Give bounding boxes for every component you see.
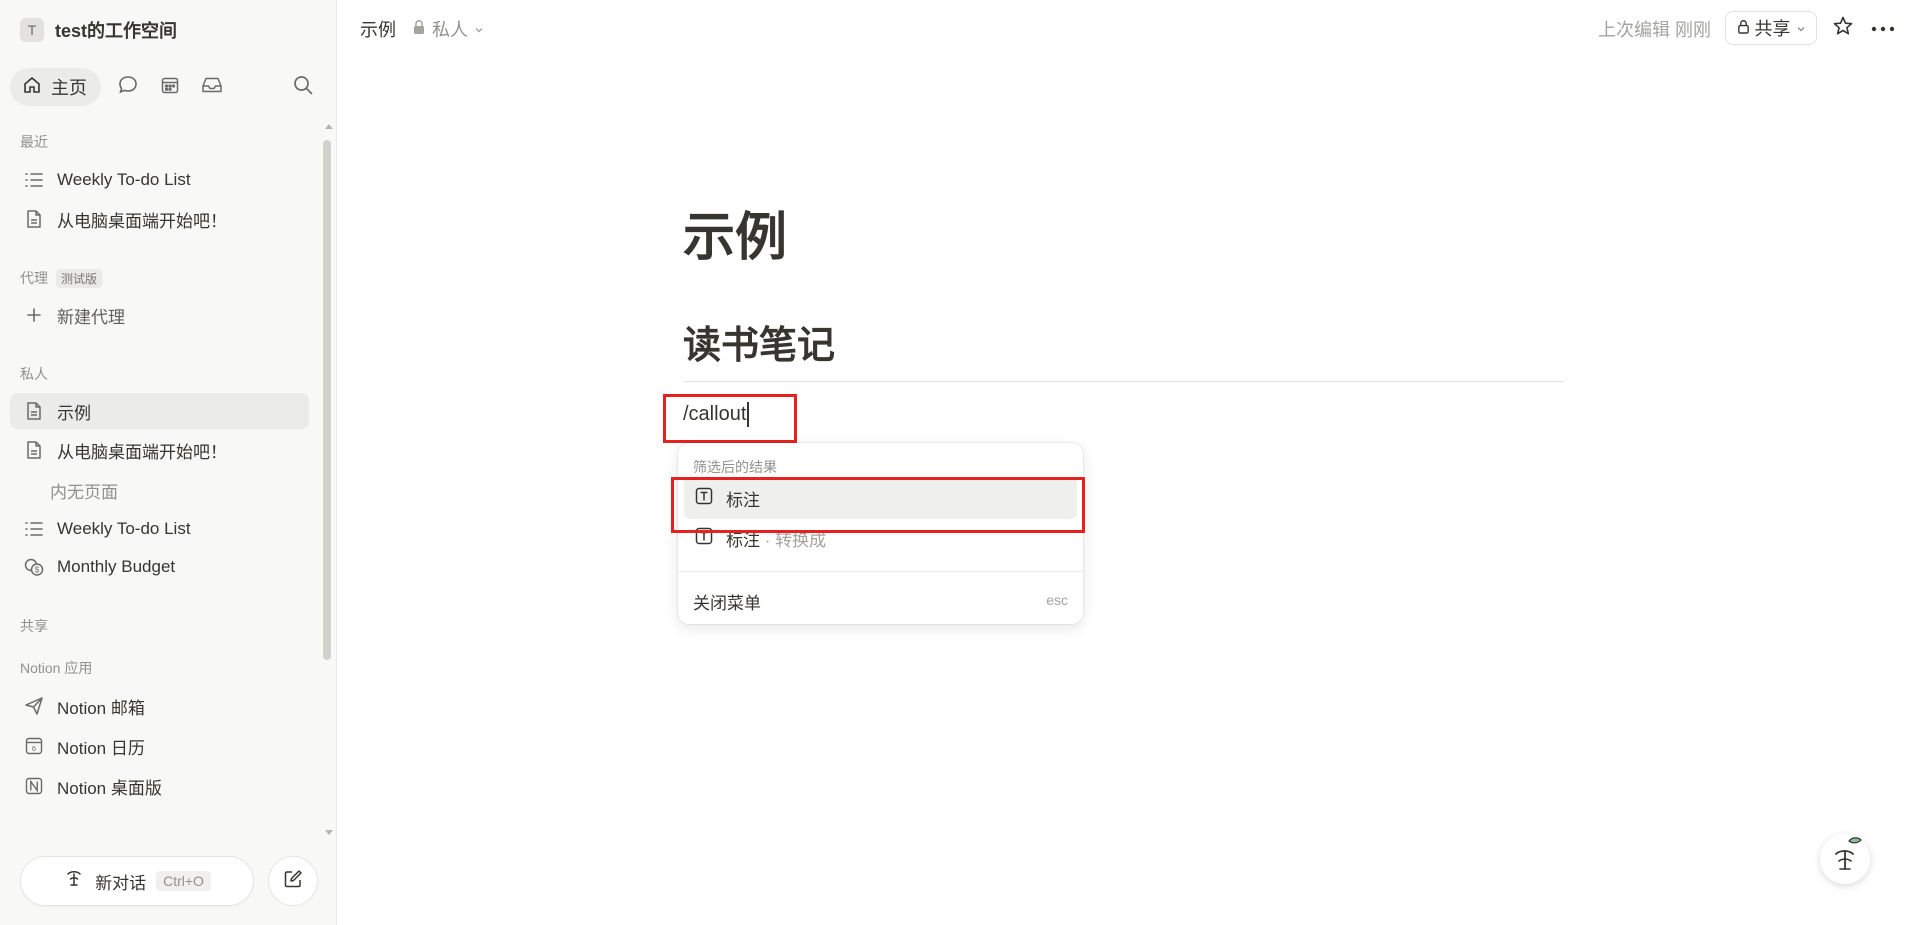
list-icon — [23, 518, 45, 540]
home-icon — [22, 75, 42, 100]
private-label: 私人 — [20, 366, 48, 382]
calendar-app-icon: 6 — [23, 735, 45, 757]
no-pages-inside: 内无页面 — [10, 472, 309, 508]
more-options-button[interactable] — [1866, 13, 1900, 43]
recent-label: 最近 — [20, 134, 48, 150]
workspace-name: test的工作空间 — [55, 21, 178, 41]
plus-icon — [23, 304, 45, 326]
menu-header: 筛选后的结果 — [693, 459, 777, 475]
new-agent-label: 新建代理 — [57, 307, 125, 327]
workspace-switcher[interactable]: T test的工作空间 — [20, 16, 177, 44]
coins-icon: $ — [23, 556, 45, 578]
chat-button[interactable] — [107, 68, 149, 106]
search-button[interactable] — [288, 70, 318, 104]
sidebar: T test的工作空间 主页 最近 Weekly To-do List 从电脑桌… — [0, 0, 337, 925]
ai-face-icon — [63, 868, 85, 895]
new-chat-shortcut: Ctrl+O — [156, 871, 211, 891]
ellipsis-icon — [1871, 19, 1895, 37]
beta-badge: 测试版 — [56, 268, 103, 288]
menu-item-suffix: · 转换成 — [764, 530, 827, 550]
sidebar-scrollbar[interactable] — [323, 120, 331, 660]
top-nav: 主页 — [10, 68, 233, 106]
paper-plane-icon — [23, 695, 45, 717]
chevron-down-icon — [474, 19, 484, 40]
ai-assistant-button[interactable] — [1820, 834, 1870, 884]
sidebar-item-notion-calendar[interactable]: 6 Notion 日历 — [10, 728, 309, 764]
agents-label: 代理 — [20, 270, 48, 286]
sidebar-item-label: 示例 — [57, 403, 91, 423]
menu-item-label: 标注 — [726, 530, 760, 550]
sidebar-item-label: Weekly To-do List — [57, 519, 191, 538]
new-agent-button[interactable]: 新建代理 — [10, 297, 309, 333]
sidebar-item-label: Notion 桌面版 — [57, 778, 162, 798]
inbox-icon — [201, 75, 223, 100]
sidebar-item-desktop-start[interactable]: 从电脑桌面端开始吧！ — [10, 432, 309, 468]
page-icon — [23, 400, 45, 422]
svg-text:$: $ — [35, 566, 40, 575]
share-button[interactable]: 共享 — [1725, 11, 1817, 45]
no-pages-label: 内无页面 — [50, 482, 118, 502]
workspace-avatar: T — [20, 18, 44, 42]
sidebar-scroll-thumb[interactable] — [323, 140, 331, 660]
page-title[interactable]: 示例 — [683, 195, 787, 270]
sidebar-item-weekly-todo[interactable]: Weekly To-do List — [10, 511, 309, 547]
lock-icon — [1737, 18, 1750, 39]
slash-command-menu: 筛选后的结果 标注 标注 · 转换成 关闭菜单 esc — [678, 443, 1083, 624]
agents-section-label: 代理 测试版 — [20, 268, 103, 288]
compose-icon — [282, 868, 304, 895]
breadcrumb-page[interactable]: 示例 — [360, 16, 396, 42]
heading-divider — [683, 381, 1564, 382]
sidebar-item-notion-desktop[interactable]: Notion 桌面版 — [10, 768, 309, 804]
inbox-button[interactable] — [191, 68, 233, 106]
notion-logo-icon — [23, 775, 45, 797]
sidebar-item-weekly-todo-recent[interactable]: Weekly To-do List — [10, 162, 309, 198]
sidebar-item-label: Notion 日历 — [57, 738, 145, 758]
close-menu-shortcut: esc — [1046, 592, 1068, 608]
home-button[interactable]: 主页 — [10, 68, 101, 106]
privacy-label: 私人 — [432, 20, 468, 40]
recent-section-label: 最近 — [20, 132, 48, 152]
private-section-label: 私人 — [20, 364, 48, 384]
sidebar-item-label: Monthly Budget — [57, 557, 176, 576]
calendar-icon — [160, 75, 180, 100]
scroll-down-arrow[interactable] — [325, 830, 333, 835]
shared-section-label: 共享 — [20, 616, 48, 636]
breadcrumb: 示例 私人 — [360, 16, 484, 42]
close-menu-button[interactable]: 关闭菜单 — [693, 589, 761, 614]
favorite-button[interactable] — [1828, 13, 1858, 43]
privacy-selector[interactable]: 私人 — [412, 16, 484, 42]
sidebar-item-desktop-start-recent[interactable]: 从电脑桌面端开始吧！ — [10, 201, 309, 237]
lock-icon — [412, 19, 426, 40]
command-highlight-box — [663, 394, 797, 443]
heading-block[interactable]: 读书笔记 — [683, 314, 835, 369]
sidebar-item-label: Notion 邮箱 — [57, 698, 145, 718]
apps-section-label: Notion 应用 — [20, 658, 92, 678]
new-chat-label: 新对话 — [95, 873, 147, 893]
ai-assistant-icon — [1825, 835, 1865, 884]
list-icon — [23, 169, 45, 191]
sidebar-item-example[interactable]: 示例 — [10, 393, 309, 429]
home-label: 主页 — [51, 78, 87, 98]
share-label: 共享 — [1754, 19, 1791, 39]
search-icon — [292, 74, 314, 101]
calendar-button[interactable] — [149, 68, 191, 106]
new-chat-button[interactable]: 新对话 Ctrl+O — [20, 856, 254, 906]
chat-bubble-icon — [117, 74, 139, 101]
page-icon — [23, 208, 45, 230]
compose-button[interactable] — [268, 856, 318, 906]
sidebar-item-label: Weekly To-do List — [57, 170, 191, 189]
sidebar-item-label: 从电脑桌面端开始吧！ — [57, 442, 227, 462]
last-edited-status: 上次编辑 刚刚 — [1598, 20, 1712, 40]
apps-label: Notion 应用 — [20, 660, 93, 676]
svg-text:6: 6 — [32, 744, 36, 753]
chevron-down-icon — [1796, 18, 1806, 39]
page-icon — [23, 439, 45, 461]
menu-item-highlight-box — [671, 477, 1085, 533]
star-icon — [1832, 15, 1854, 42]
shared-label: 共享 — [20, 618, 48, 634]
menu-divider — [678, 571, 1083, 572]
sidebar-item-label: 从电脑桌面端开始吧！ — [57, 211, 227, 231]
sidebar-item-notion-mail[interactable]: Notion 邮箱 — [10, 688, 309, 724]
sidebar-item-monthly-budget[interactable]: $ Monthly Budget — [10, 549, 309, 585]
